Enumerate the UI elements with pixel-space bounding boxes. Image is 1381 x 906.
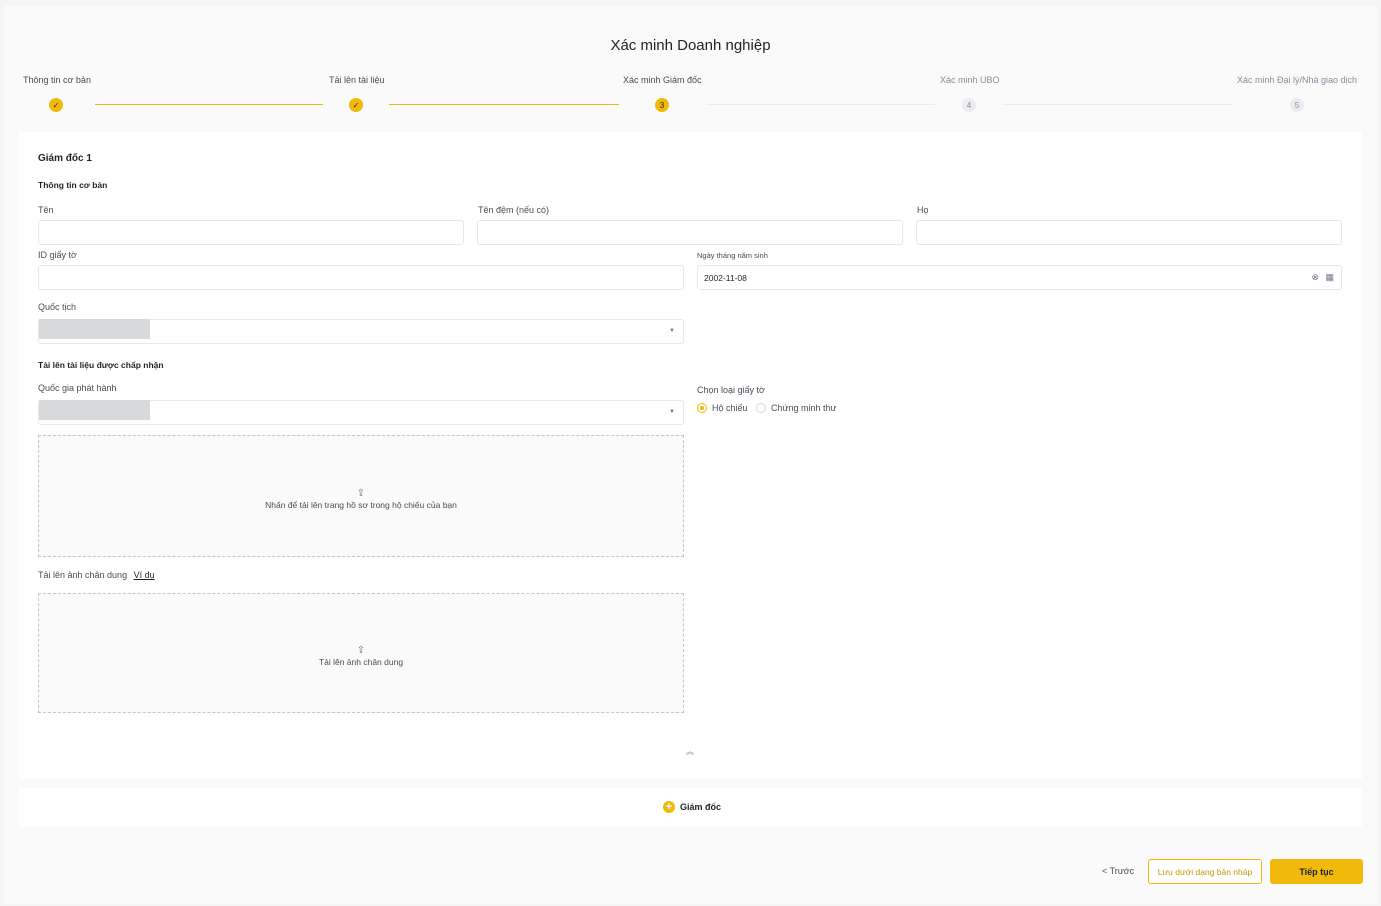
first-name-input[interactable] (38, 220, 464, 245)
calendar-icon[interactable]: ▦ (1325, 272, 1334, 283)
director-title: Giám đốc 1 (38, 153, 92, 164)
step-connector-4 (1003, 104, 1232, 105)
step-1-check-icon: ✓ (49, 98, 63, 112)
chevron-down-icon: ▼ (669, 409, 675, 415)
step-label-ubo: Xác minh UBO (940, 75, 1000, 85)
add-director-button[interactable]: + Giám đốc (663, 801, 721, 813)
portrait-example-link[interactable]: Ví dụ (134, 570, 155, 580)
dob-input[interactable]: 2002-11-08 ⊗ ▦ (697, 265, 1342, 290)
step-5-marker: 5 (1290, 98, 1304, 112)
id-number-label: ID giấy tờ (38, 250, 77, 260)
documents-heading: Tải lên tài liệu được chấp nhận (38, 360, 164, 370)
add-director-label: Giám đốc (680, 802, 722, 812)
issuing-country-redacted-value (39, 400, 150, 420)
last-name-input[interactable] (916, 220, 1342, 245)
radio-id-card-label[interactable]: Chứng minh thư (771, 403, 837, 413)
middle-name-label: Tên đệm (nếu có) (478, 205, 550, 215)
step-label-agent: Xác minh Đại lý/Nhà giao dịch (1237, 75, 1358, 85)
step-2-check-icon: ✓ (349, 98, 363, 112)
radio-passport[interactable] (697, 403, 707, 413)
chevron-down-icon: ▼ (669, 328, 675, 334)
step-4-marker: 4 (962, 98, 976, 112)
passport-upload-area[interactable]: ⇪ Nhấn để tải lên trang hồ sơ trong hộ c… (38, 435, 684, 557)
save-draft-button[interactable]: Lưu dưới dạng bản nháp (1148, 859, 1262, 884)
first-name-label: Tên (38, 205, 54, 215)
step-label-director: Xác minh Giám đốc (623, 75, 702, 85)
page-title: Xác minh Doanh nghiệp (610, 37, 771, 54)
portrait-label: Tải lên ảnh chân dung Ví dụ (38, 570, 155, 580)
issuing-country-select[interactable]: ▼ (38, 400, 684, 425)
doc-type-label: Chọn loại giấy tờ (697, 385, 765, 395)
add-director-bar: + Giám đốc (18, 788, 1362, 827)
prev-button[interactable]: < Trước (1102, 866, 1134, 876)
step-connector-3 (706, 104, 935, 105)
nationality-redacted-value (39, 319, 150, 339)
nationality-label: Quốc tịch (38, 302, 77, 312)
upload-icon: ⇪ (356, 488, 366, 499)
plus-icon: + (663, 801, 675, 813)
step-connector-1 (95, 104, 323, 105)
portrait-label-text: Tải lên ảnh chân dung (38, 570, 128, 580)
radio-id-card[interactable] (756, 403, 766, 413)
continue-button[interactable]: Tiếp tục (1270, 859, 1363, 884)
portrait-upload-area[interactable]: ⇪ Tải lên ảnh chân dung (38, 593, 684, 713)
basic-info-heading: Thông tin cơ bản (38, 180, 108, 190)
issuing-country-label: Quốc gia phát hành (38, 383, 117, 393)
id-number-input[interactable] (38, 265, 684, 290)
middle-name-input[interactable] (477, 220, 903, 245)
radio-passport-label[interactable]: Hộ chiếu (712, 403, 748, 413)
collapse-icon[interactable]: ︽ (686, 746, 694, 757)
last-name-label: Họ (917, 205, 929, 215)
step-connector-2 (389, 104, 619, 105)
dob-label: Ngày tháng năm sinh (697, 251, 768, 260)
passport-upload-text: Nhấn để tải lên trang hồ sơ trong hộ chi… (265, 500, 457, 510)
step-label-basic-info: Thông tin cơ bản (23, 75, 91, 85)
upload-icon: ⇪ (356, 645, 366, 656)
nationality-select[interactable]: ▼ (38, 319, 684, 344)
portrait-upload-text: Tải lên ảnh chân dung (318, 657, 404, 667)
dob-value: 2002-11-08 (704, 273, 747, 283)
step-label-upload-docs: Tải lên tài liệu (329, 75, 385, 85)
step-3-marker: 3 (655, 98, 669, 112)
clear-icon[interactable]: ⊗ (1311, 272, 1319, 283)
